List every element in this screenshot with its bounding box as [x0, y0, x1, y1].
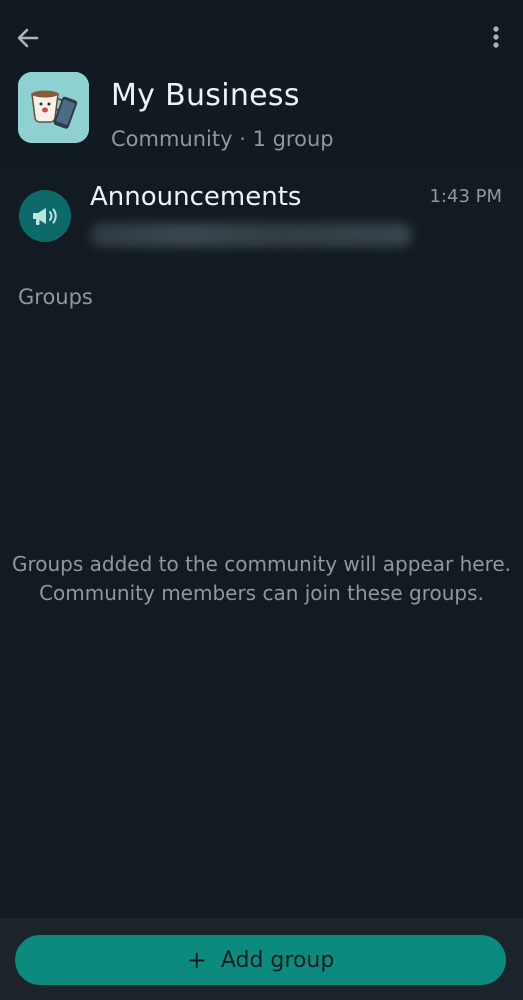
empty-message-line-1: Groups added to the community will appea…	[11, 552, 512, 576]
community-screen: My Business Community · 1 group Announce…	[0, 0, 523, 1000]
add-group-button[interactable]: + Add group	[15, 935, 506, 985]
community-title: My Business	[111, 78, 300, 113]
announcements-preview-blurred	[90, 223, 412, 247]
community-header: My Business Community · 1 group	[0, 0, 523, 163]
groups-empty-message: Groups added to the community will appea…	[0, 550, 523, 608]
back-button[interactable]	[14, 24, 42, 52]
community-subtitle: Community · 1 group	[111, 127, 334, 151]
announcements-title: Announcements	[90, 182, 302, 212]
bottom-action-bar: + Add group	[0, 918, 523, 1000]
empty-message-line-2: Community members can join these groups.	[39, 581, 484, 605]
coffee-cup-phone-icon	[18, 72, 89, 143]
more-vertical-icon	[493, 26, 499, 48]
megaphone-icon	[33, 208, 57, 225]
community-avatar[interactable]	[18, 72, 89, 143]
add-group-label: Add group	[220, 947, 335, 973]
more-options-button[interactable]	[482, 22, 510, 52]
groups-section-label: Groups	[18, 285, 93, 309]
arrow-left-icon	[17, 28, 39, 48]
announcements-avatar	[19, 190, 71, 242]
plus-icon: +	[186, 946, 207, 974]
announcements-time: 1:43 PM	[429, 186, 502, 207]
announcements-row[interactable]: Announcements 1:43 PM	[0, 170, 523, 260]
